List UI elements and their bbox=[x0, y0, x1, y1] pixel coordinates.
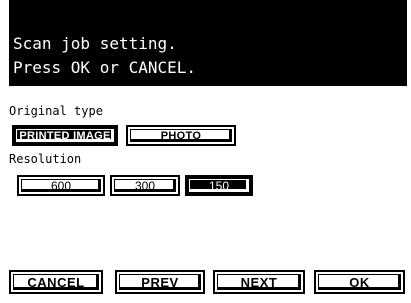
resolution-300-button[interactable]: 300 bbox=[110, 175, 180, 196]
resolution-label: Resolution bbox=[9, 152, 82, 166]
original-type-label: Original type bbox=[9, 104, 103, 118]
prev-button[interactable]: PREV bbox=[115, 270, 205, 294]
message-panel: Scan job setting. Press OK or CANCEL. bbox=[9, 0, 407, 86]
photo-button[interactable]: PHOTO bbox=[126, 125, 236, 146]
cancel-button[interactable]: CANCEL bbox=[9, 270, 103, 294]
next-button[interactable]: NEXT bbox=[213, 270, 305, 294]
ok-button[interactable]: OK bbox=[314, 270, 405, 294]
message-line-2: Press OK or CANCEL. bbox=[13, 58, 197, 77]
printed-image-button[interactable]: PRINTED IMAGE bbox=[12, 125, 118, 146]
message-line-1: Scan job setting. bbox=[13, 34, 177, 53]
resolution-600-button[interactable]: 600 bbox=[17, 175, 105, 196]
scan-job-screen: Scan job setting. Press OK or CANCEL. Or… bbox=[9, 0, 407, 298]
resolution-150-button[interactable]: 150 bbox=[185, 175, 253, 196]
